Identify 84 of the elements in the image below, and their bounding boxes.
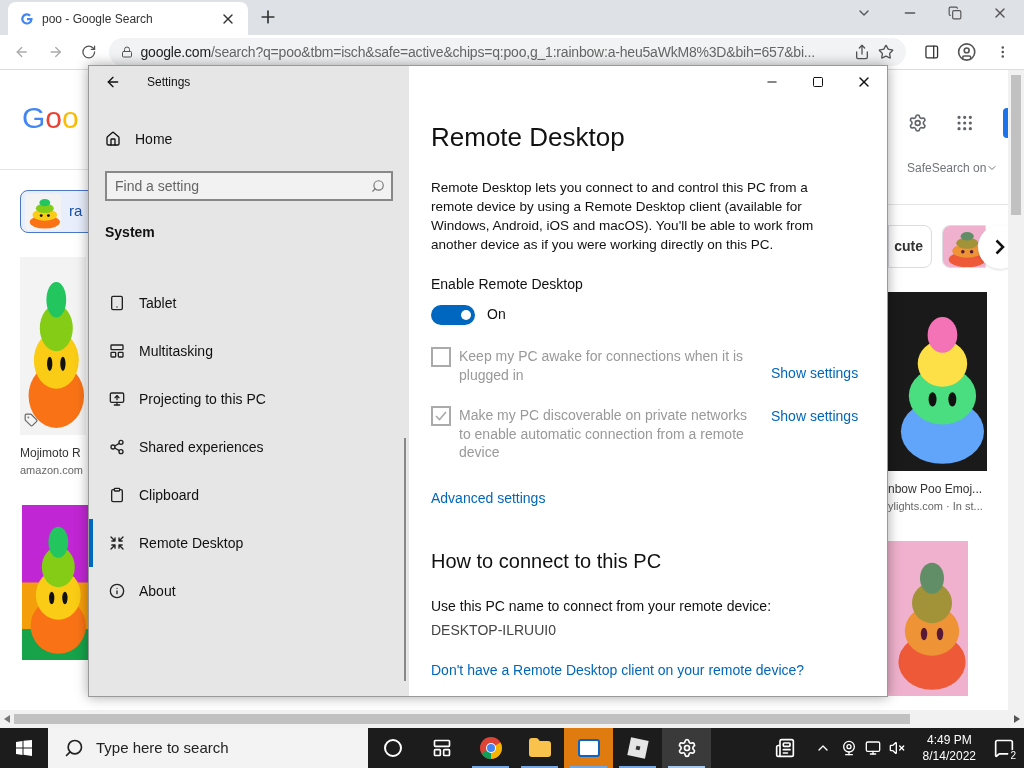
home-icon (105, 131, 121, 147)
horizontal-scrollbar[interactable] (0, 710, 1024, 728)
safesearch-menu[interactable]: SafeSearch on (907, 159, 1008, 177)
browser-tab[interactable]: poo - Google Search (8, 2, 248, 35)
nav-item[interactable]: Tablet (89, 279, 409, 327)
lock-icon (120, 46, 133, 58)
notification-count: 2 (1008, 750, 1018, 762)
sidebar-scrollbar[interactable] (404, 438, 406, 681)
search-field[interactable]: Find a setting (105, 171, 393, 201)
network-icon[interactable] (864, 740, 881, 756)
maximize-icon (812, 76, 824, 88)
pc-name: DESKTOP-ILRUUI0 (431, 620, 557, 640)
toggle-switch[interactable] (431, 304, 475, 325)
result-source: ylights.com · In st... (888, 499, 984, 514)
nav-item[interactable]: Multitasking (89, 327, 409, 375)
google-icon (20, 11, 34, 26)
nav-item[interactable]: Clipboard (89, 471, 409, 519)
volume-muted-icon[interactable] (888, 740, 905, 756)
section-heading: How to connect to this PC (431, 548, 663, 574)
side-panel-icon[interactable] (923, 44, 940, 60)
tag-icon (24, 413, 38, 427)
settings-icon[interactable] (908, 112, 928, 134)
reload-icon[interactable] (81, 44, 97, 60)
news-icon[interactable] (774, 738, 795, 758)
google-logo: Goo (22, 103, 80, 133)
filter-chip[interactable]: cute (888, 225, 932, 268)
instruction-text: Use this PC name to connect from your remote device: (431, 596, 773, 616)
webcam-icon[interactable] (840, 740, 857, 756)
description-text: Remote Desktop lets you connect to and control this PC from a remote device by using a Remote Desktop client (available for Windows, Android, iOS and macOS). You'll be able to work from another device as if you were working directly on this PC. (431, 179, 815, 254)
settings-icon (676, 738, 697, 758)
task-view-icon (431, 738, 452, 758)
nav-item[interactable]: Home (89, 115, 409, 163)
filter-chip[interactable]: ra (20, 190, 88, 233)
nav-item[interactable]: Projecting to this PC (89, 375, 409, 423)
search-icon (64, 738, 84, 758)
toggle-label: On (487, 305, 506, 324)
clipboard-icon (109, 487, 125, 503)
sign-in-button[interactable] (1002, 108, 1008, 138)
scroll-left-icon[interactable] (4, 715, 10, 723)
result-source: amazon.com (20, 463, 84, 478)
scroll-right-icon[interactable] (1014, 715, 1020, 723)
folder-icon (527, 736, 552, 760)
address-bar[interactable]: google.com/search?q=poo&tbm=isch&safe=active&chips=q:poo,g_1:rainbow:a-heu5aWkM8%3D&bih=657&bi... (108, 38, 906, 66)
client-link[interactable]: Don't have a Remote Desktop client on your remote device? (431, 659, 867, 680)
url-text: google.com/search?q=poo&tbm=isch&safe=active&chips=q:poo,g_1:rainbow:a-heu5aWkM8%3D&bih=657&bi... (140, 42, 815, 62)
nav-item[interactable]: About (89, 567, 409, 615)
date-text: 8/14/2022 (922, 748, 976, 764)
notifications-icon[interactable] (994, 738, 1014, 758)
page-heading: Remote Desktop (431, 121, 626, 154)
shared-icon (109, 439, 125, 455)
chevron-right-icon (995, 238, 1005, 255)
result-title: nbow Poo Emoj... (888, 481, 984, 498)
roblox-icon (626, 737, 649, 759)
restore-icon[interactable] (948, 5, 962, 20)
section-title: System (105, 223, 156, 242)
tablet-icon (109, 295, 125, 311)
mail-icon (576, 736, 601, 760)
projector-icon (109, 391, 125, 407)
search-placeholder: Type here to search (96, 737, 229, 758)
multitasking-icon (109, 343, 125, 359)
bookmark-icon[interactable] (877, 44, 894, 60)
checkbox-label: Keep my PC awake for connections when it is plugged in (459, 347, 745, 384)
time-text: 4:49 PM (926, 732, 972, 748)
chrome-icon (479, 737, 502, 759)
nav-item[interactable]: Shared experiences (89, 423, 409, 471)
info-icon (109, 583, 125, 599)
windows-icon (16, 740, 32, 756)
profile-icon[interactable] (957, 42, 977, 62)
taskbar-app[interactable] (662, 728, 711, 768)
clock[interactable]: 4:49 PM 8/14/2022 (918, 732, 980, 764)
check-icon (434, 409, 448, 423)
search-icon (371, 179, 385, 193)
result-title: Mojimoto R (20, 445, 82, 462)
vertical-scrollbar[interactable] (1008, 70, 1024, 710)
enable-label: Enable Remote Desktop (431, 275, 584, 294)
filter-chip[interactable] (942, 225, 986, 268)
checkbox-label: Make my PC discoverable on private networks to enable automatic connection from a remote device (459, 406, 748, 462)
remote-desktop-icon (109, 535, 125, 551)
advanced-settings-link[interactable]: Advanced settings (431, 487, 867, 508)
tab-title: poo - Google Search (42, 10, 154, 28)
taskbar-search-field[interactable]: Type here to search (48, 728, 368, 768)
window-title: Settings (147, 74, 191, 91)
share-icon[interactable] (853, 44, 870, 60)
back-icon[interactable] (105, 74, 121, 90)
